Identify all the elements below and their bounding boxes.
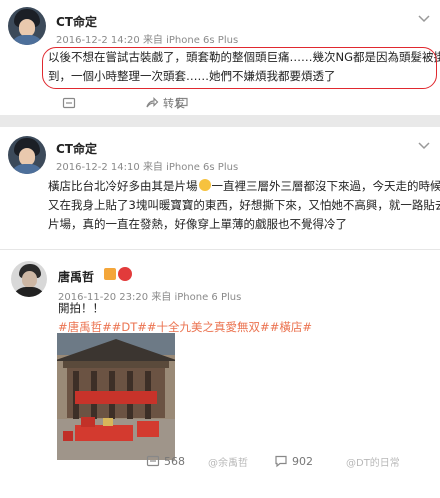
post-line: 片場，真的一直在發熱，好像穿上單薄的戲服也不覺得冷了 <box>48 217 347 231</box>
red-highlight-ellipse <box>42 47 437 89</box>
avatar[interactable] <box>8 7 46 45</box>
post-time: 2016-12-2 14:20 <box>56 35 140 46</box>
post-meta: 2016-12-2 14:10 来自 iPhone 6s Plus <box>56 158 238 173</box>
comment-button[interactable]: 902 <box>274 451 313 471</box>
post-line: 開拍！！ <box>58 301 104 315</box>
avatar[interactable] <box>11 261 47 297</box>
comment-count: 902 <box>292 454 313 468</box>
medal-badge-icon <box>118 267 132 281</box>
post-line-start: 橫店比台北冷好多由其是片場 <box>48 179 198 193</box>
comment-icon <box>275 455 287 468</box>
chevron-down-icon[interactable] <box>417 141 431 151</box>
post-meta: 2016-12-2 14:20 来自 iPhone 6s Plus <box>56 31 238 46</box>
repost-icon <box>62 97 76 109</box>
post-line: 橫店比台北冷好多由其是片場 一直裡三層外三層都沒下來過，今天走的時候她 <box>48 177 440 196</box>
repost-button[interactable] <box>62 93 80 113</box>
forward-button[interactable]: 转发 <box>145 93 185 113</box>
post-line: 又在我身上貼了3塊叫暖寶寶的東西，好想撕下來，又怕她不高興，就一路貼去了 <box>48 198 440 212</box>
post-source: 来自 iPhone 6s Plus <box>142 162 239 173</box>
post-text: 開拍！！ #唐禹哲##DT##十全九美之真愛無双##橫店# <box>58 299 312 337</box>
post-time: 2016-12-2 14:10 <box>56 162 140 173</box>
repost-count: 568 <box>164 454 185 468</box>
repost-button[interactable]: 568 <box>146 451 185 471</box>
post-source: 来自 iPhone 6s Plus <box>142 35 239 46</box>
weibo-post-1: CT命定 2016-12-2 14:20 来自 iPhone 6s Plus 以… <box>0 0 440 115</box>
username[interactable]: 唐禹哲 <box>58 268 94 285</box>
forward-icon <box>146 97 159 108</box>
chevron-down-icon[interactable] <box>417 14 431 24</box>
post-actions: 转发 <box>0 93 440 113</box>
repost-icon <box>146 455 160 467</box>
verified-badge-icon <box>104 268 116 280</box>
username[interactable]: CT命定 <box>56 13 97 30</box>
avatar[interactable] <box>8 136 46 174</box>
cold-face-emoji-icon <box>198 179 211 191</box>
post-text: 橫店比台北冷好多由其是片場 一直裡三層外三層都沒下來過，今天走的時候她 又在我身上… <box>48 177 440 234</box>
username[interactable]: CT命定 <box>56 140 97 157</box>
divider <box>0 249 440 250</box>
forward-label: 转发 <box>163 97 185 110</box>
post-line-end: 一直裡三層外三層都沒下來過，今天走的時候她 <box>211 179 440 193</box>
post-actions: 568 902 <box>0 451 440 471</box>
film-set-temple-image <box>57 333 175 460</box>
post-photo[interactable] <box>57 333 175 460</box>
weibo-post-2: CT命定 2016-12-2 14:10 来自 iPhone 6s Plus 橫… <box>0 127 440 498</box>
